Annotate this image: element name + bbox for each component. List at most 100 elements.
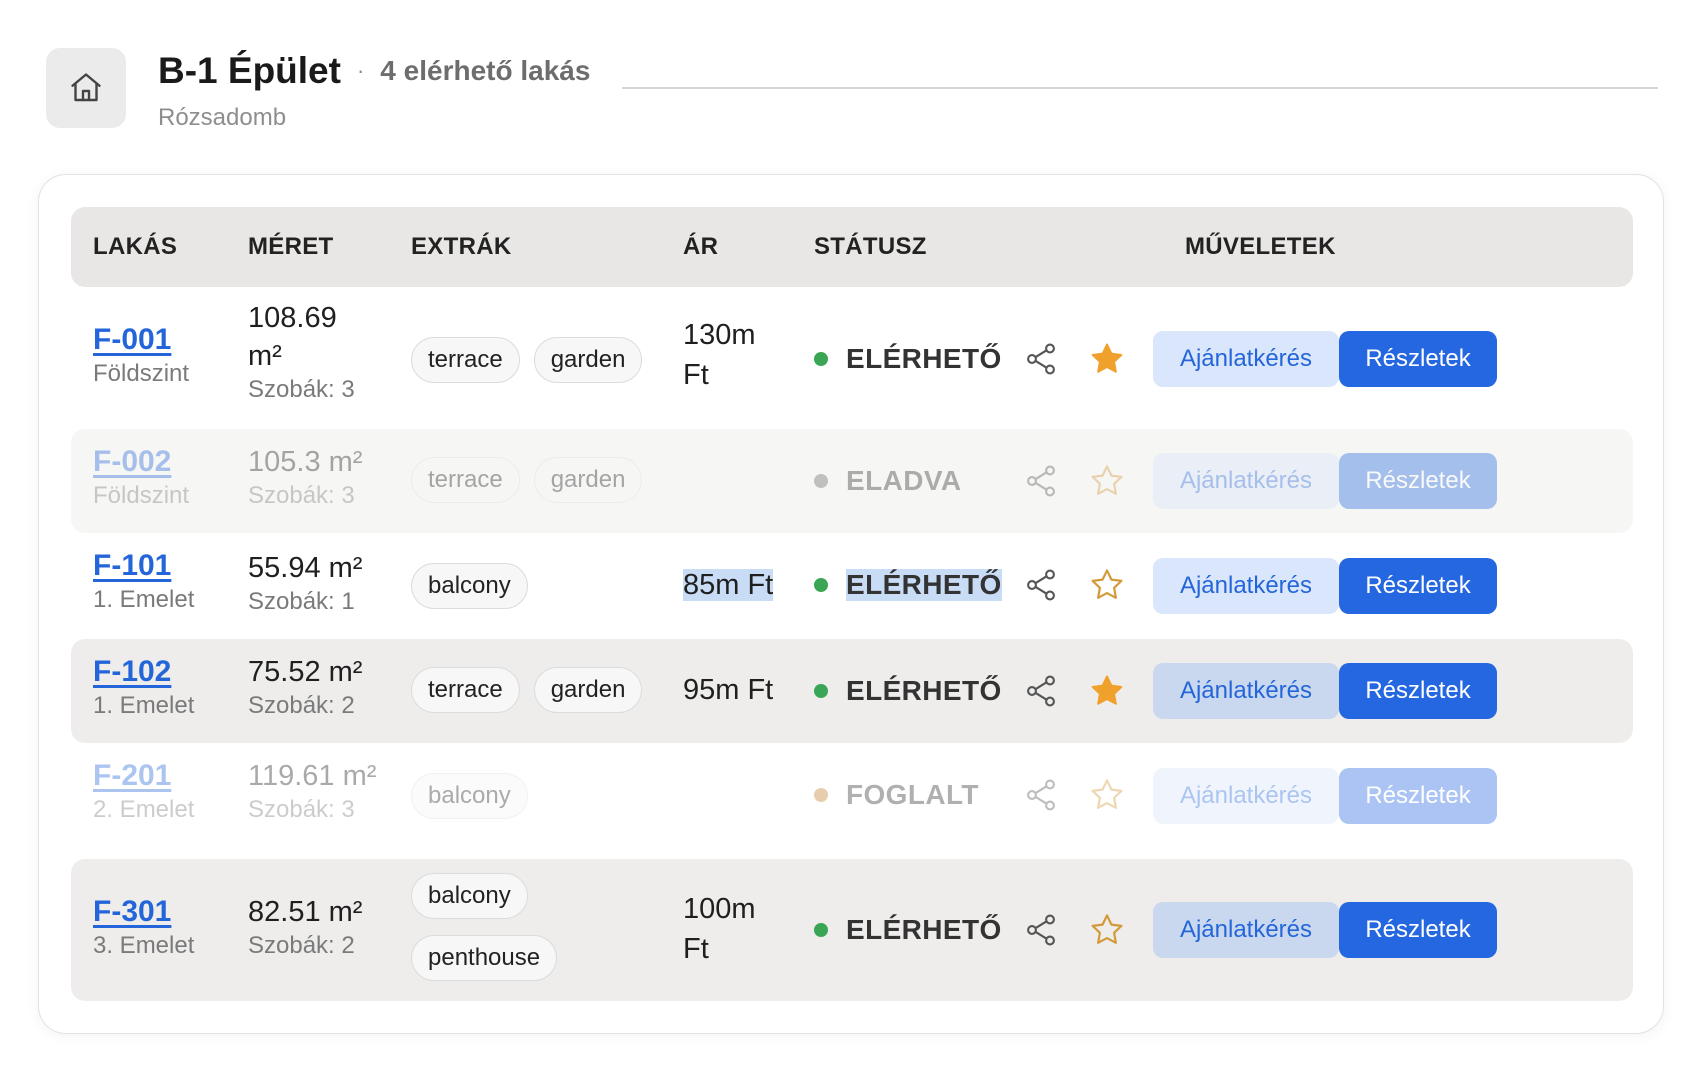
share-button[interactable]	[1021, 565, 1061, 605]
star-icon	[1091, 343, 1123, 373]
page-header: B-1 Épület · 4 elérhető lakás Rózsadomb	[46, 48, 1658, 138]
details-button[interactable]: Részletek	[1339, 663, 1497, 719]
status-badge: ELÉRHETŐ	[814, 671, 1002, 711]
status-label: ELADVA	[846, 465, 962, 496]
unit-floor: 1. Emelet	[93, 586, 195, 613]
details-button[interactable]: Részletek	[1339, 331, 1497, 387]
home-button[interactable]	[46, 48, 126, 128]
request-quote-button[interactable]: Ajánlatkérés	[1153, 453, 1339, 509]
status-badge: FOGLALT	[814, 775, 979, 815]
units-table-card: LAKÁS MÉRET EXTRÁK ÁR STÁTUSZ MŰVELETEK …	[38, 174, 1664, 1034]
table-header: LAKÁS MÉRET EXTRÁK ÁR STÁTUSZ MŰVELETEK	[71, 207, 1633, 287]
extra-tag: balcony	[411, 773, 528, 819]
share-icon	[1027, 675, 1055, 707]
unit-size-unit: m²	[248, 340, 282, 372]
star-icon	[1091, 675, 1123, 705]
extra-tag: terrace	[411, 337, 520, 383]
col-header-size: MÉRET	[248, 233, 334, 260]
unit-link[interactable]: F-001	[93, 323, 189, 357]
details-button[interactable]: Részletek	[1339, 453, 1497, 509]
col-header-status: STÁTUSZ	[814, 233, 927, 260]
share-button[interactable]	[1021, 775, 1061, 815]
share-icon	[1027, 569, 1055, 601]
unit-link[interactable]: F-102	[93, 655, 194, 689]
request-quote-button[interactable]: Ajánlatkérés	[1153, 768, 1339, 824]
table-row: F-001 Földszint 108.69 m² Szobák: 3 terr…	[71, 293, 1633, 427]
col-header-unit: LAKÁS	[93, 233, 178, 260]
status-dot	[814, 923, 828, 937]
unit-floor: 1. Emelet	[93, 692, 195, 719]
status-badge: ELÉRHETŐ	[814, 565, 1002, 605]
request-quote-button[interactable]: Ajánlatkérés	[1153, 663, 1339, 719]
status-label: ELÉRHETŐ	[846, 914, 1002, 945]
status-badge: ELÉRHETŐ	[814, 910, 1002, 950]
extra-tag: balcony	[411, 873, 528, 919]
extra-tag: garden	[533, 337, 643, 383]
unit-floor: Földszint	[93, 482, 190, 509]
share-button[interactable]	[1021, 339, 1061, 379]
favorite-button[interactable]	[1087, 775, 1127, 815]
unit-rooms: Szobák: 3	[248, 482, 355, 509]
details-button[interactable]: Részletek	[1339, 902, 1497, 958]
unit-size: 105.3 m²	[248, 446, 363, 478]
unit-floor: 3. Emelet	[93, 932, 195, 959]
unit-size: 55.94 m²	[248, 552, 363, 584]
share-icon	[1027, 343, 1055, 375]
available-count: 4 elérhető lakás	[380, 55, 591, 86]
extra-tag: terrace	[411, 457, 520, 503]
unit-link[interactable]: F-002	[93, 445, 189, 479]
table-row: F-002 Földszint 105.3 m² Szobák: 3 terra…	[71, 429, 1633, 533]
favorite-button[interactable]	[1087, 565, 1127, 605]
unit-rooms: Szobák: 3	[248, 376, 355, 403]
unit-size: 119.61 m²	[248, 760, 377, 792]
star-icon	[1091, 569, 1123, 599]
details-button[interactable]: Részletek	[1339, 558, 1497, 614]
unit-link[interactable]: F-101	[93, 549, 194, 583]
status-dot	[814, 684, 828, 698]
details-button[interactable]: Részletek	[1339, 768, 1497, 824]
status-label: ELÉRHETŐ	[846, 675, 1002, 706]
favorite-button[interactable]	[1087, 671, 1127, 711]
status-dot	[814, 578, 828, 592]
status-badge: ELÉRHETŐ	[814, 339, 1002, 379]
table-row: F-101 1. Emelet 55.94 m² Szobák: 1 balco…	[71, 535, 1633, 637]
col-header-extras: EXTRÁK	[411, 233, 512, 260]
unit-rooms: Szobák: 3	[248, 796, 355, 823]
unit-link[interactable]: F-201	[93, 759, 194, 793]
share-icon	[1027, 779, 1055, 811]
request-quote-button[interactable]: Ajánlatkérés	[1153, 331, 1339, 387]
favorite-button[interactable]	[1087, 461, 1127, 501]
star-icon	[1091, 465, 1123, 495]
share-icon	[1027, 465, 1055, 497]
share-button[interactable]	[1021, 461, 1061, 501]
extra-tag: balcony	[411, 563, 528, 609]
extra-tag: garden	[533, 667, 643, 713]
status-dot	[814, 788, 828, 802]
favorite-button[interactable]	[1087, 339, 1127, 379]
unit-price: 130m	[683, 319, 756, 351]
favorite-button[interactable]	[1087, 910, 1127, 950]
extra-tag: terrace	[411, 667, 520, 713]
unit-price: 100m	[683, 893, 756, 925]
col-header-price: ÁR	[683, 233, 719, 260]
share-button[interactable]	[1021, 910, 1061, 950]
unit-floor: Földszint	[93, 360, 190, 387]
request-quote-button[interactable]: Ajánlatkérés	[1153, 558, 1339, 614]
unit-price: 95m Ft	[683, 674, 774, 706]
building-name: B-1 Épület	[158, 50, 341, 91]
status-label: FOGLALT	[846, 779, 979, 810]
table-row: F-201 2. Emelet 119.61 m² Szobák: 3 balc…	[71, 745, 1633, 847]
unit-link[interactable]: F-301	[93, 895, 194, 929]
share-button[interactable]	[1021, 671, 1061, 711]
unit-size: 108.69	[248, 302, 337, 334]
request-quote-button[interactable]: Ajánlatkérés	[1153, 902, 1339, 958]
star-icon	[1091, 914, 1123, 944]
status-label: ELÉRHETŐ	[846, 569, 1002, 601]
col-header-actions: MŰVELETEK	[1185, 233, 1336, 260]
share-icon	[1027, 914, 1055, 946]
unit-size: 82.51 m²	[248, 896, 363, 928]
status-dot	[814, 474, 828, 488]
title-separator: ·	[356, 58, 365, 83]
header-divider	[622, 87, 1658, 89]
unit-price-currency: Ft	[683, 933, 709, 965]
